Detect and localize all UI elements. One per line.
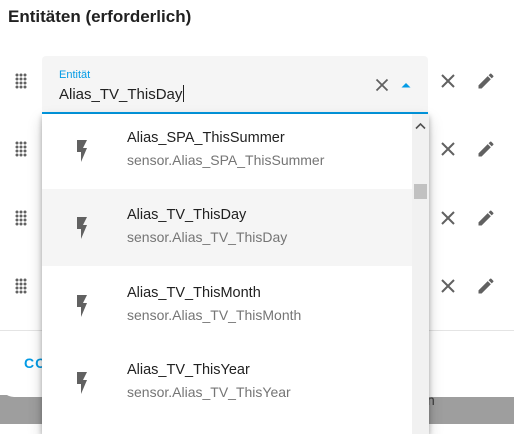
list-item[interactable]: Alias_TV_ThisMonth sensor.Alias_TV_ThisM… — [42, 267, 412, 344]
text-cursor — [183, 85, 185, 102]
entity-combobox[interactable]: Entität Alias_TV_ThisDay — [42, 56, 428, 114]
list-item[interactable]: Alias_SPA_ThisSummer sensor.Alias_SPA_Th… — [42, 114, 412, 189]
drag-handle-icon[interactable] — [9, 206, 33, 230]
entity-field-label: Entität — [59, 69, 91, 81]
edit-pencil-icon[interactable] — [474, 206, 498, 230]
edit-pencil-icon[interactable] — [474, 274, 498, 298]
flash-icon — [74, 371, 90, 400]
option-name: Alias_TV_ThisDay — [127, 207, 247, 223]
scrollbar-thumb[interactable] — [414, 184, 427, 199]
list-item[interactable]: Alias_TV_ThisDay sensor.Alias_TV_ThisDay — [42, 189, 412, 266]
remove-entity-icon[interactable] — [436, 137, 460, 161]
flash-icon — [74, 216, 90, 245]
flash-icon — [74, 139, 90, 168]
flash-icon — [74, 294, 90, 323]
dropdown-toggle-icon[interactable] — [398, 77, 414, 98]
remove-entity-icon[interactable] — [436, 69, 460, 93]
entity-input[interactable]: Alias_TV_ThisDay — [59, 85, 185, 103]
edit-pencil-icon[interactable] — [474, 137, 498, 161]
scrollbar[interactable] — [412, 114, 429, 434]
remove-entity-icon[interactable] — [436, 274, 460, 298]
option-entity-id: sensor.Alias_TV_ThisYear — [127, 384, 291, 400]
option-name: Alias_TV_ThisYear — [127, 362, 250, 378]
entity-suggestion-list[interactable]: Alias_SPA_ThisSummer sensor.Alias_SPA_Th… — [42, 114, 429, 434]
section-title: Entitäten (erforderlich) — [8, 7, 192, 26]
scroll-up-arrow-icon[interactable] — [415, 117, 426, 135]
drag-handle-icon[interactable] — [9, 274, 33, 298]
option-entity-id: sensor.Alias_TV_ThisDay — [127, 229, 288, 245]
drag-handle-icon[interactable] — [9, 137, 33, 161]
entity-input-text: Alias_TV_ThisDay — [59, 86, 183, 103]
option-entity-id: sensor.Alias_SPA_ThisSummer — [127, 152, 325, 168]
option-entity-id: sensor.Alias_TV_ThisMonth — [127, 307, 302, 323]
edit-pencil-icon[interactable] — [474, 69, 498, 93]
option-name: Alias_SPA_ThisSummer — [127, 130, 285, 146]
remove-entity-icon[interactable] — [436, 206, 460, 230]
clear-icon[interactable] — [374, 77, 390, 98]
list-item[interactable]: Alias_TV_ThisYear sensor.Alias_TV_ThisYe… — [42, 344, 412, 421]
drag-handle-icon[interactable] — [9, 69, 33, 93]
option-name: Alias_TV_ThisMonth — [127, 285, 261, 301]
